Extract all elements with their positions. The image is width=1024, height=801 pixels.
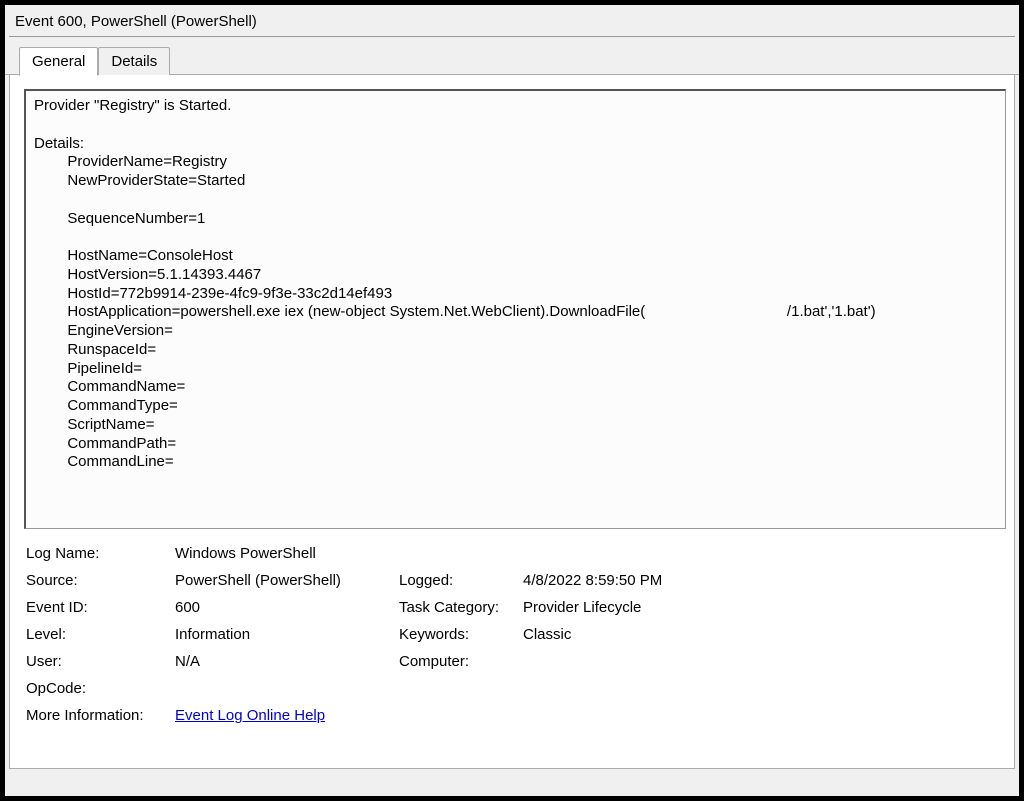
logged-value: 4/8/2022 8:59:50 PM	[523, 572, 1006, 589]
level-label: Level:	[26, 626, 171, 643]
tab-strip: General Details	[5, 37, 1019, 75]
opcode-label: OpCode:	[26, 680, 171, 697]
task-category-label: Task Category:	[399, 599, 519, 616]
event-metadata-grid: Log Name: Windows PowerShell Source: Pow…	[24, 545, 1006, 724]
computer-value	[523, 653, 1006, 670]
log-name-label: Log Name:	[26, 545, 171, 562]
more-info-label: More Information:	[26, 707, 171, 724]
event-log-online-help-link[interactable]: Event Log Online Help	[175, 707, 325, 724]
event-id-label: Event ID:	[26, 599, 171, 616]
event-title: Event 600, PowerShell (PowerShell)	[5, 5, 1019, 36]
source-value: PowerShell (PowerShell)	[175, 572, 395, 589]
tab-details[interactable]: Details	[98, 47, 170, 75]
event-properties-panel: Event 600, PowerShell (PowerShell) Gener…	[5, 5, 1019, 796]
event-id-value: 600	[175, 599, 395, 616]
user-value: N/A	[175, 653, 395, 670]
event-description-textbox[interactable]: Provider "Registry" is Started. Details:…	[24, 89, 1006, 529]
user-label: User:	[26, 653, 171, 670]
keywords-label: Keywords:	[399, 626, 519, 643]
tab-general[interactable]: General	[19, 47, 98, 76]
tab-content-general: Provider "Registry" is Started. Details:…	[9, 75, 1015, 769]
keywords-value: Classic	[523, 626, 1006, 643]
more-info-value: Event Log Online Help	[175, 707, 1006, 724]
source-label: Source:	[26, 572, 171, 589]
logged-label: Logged:	[399, 572, 519, 589]
computer-label: Computer:	[399, 653, 519, 670]
opcode-value	[175, 680, 1006, 697]
log-name-value: Windows PowerShell	[175, 545, 1006, 562]
window-frame: Event 600, PowerShell (PowerShell) Gener…	[0, 0, 1024, 801]
level-value: Information	[175, 626, 395, 643]
task-category-value: Provider Lifecycle	[523, 599, 1006, 616]
